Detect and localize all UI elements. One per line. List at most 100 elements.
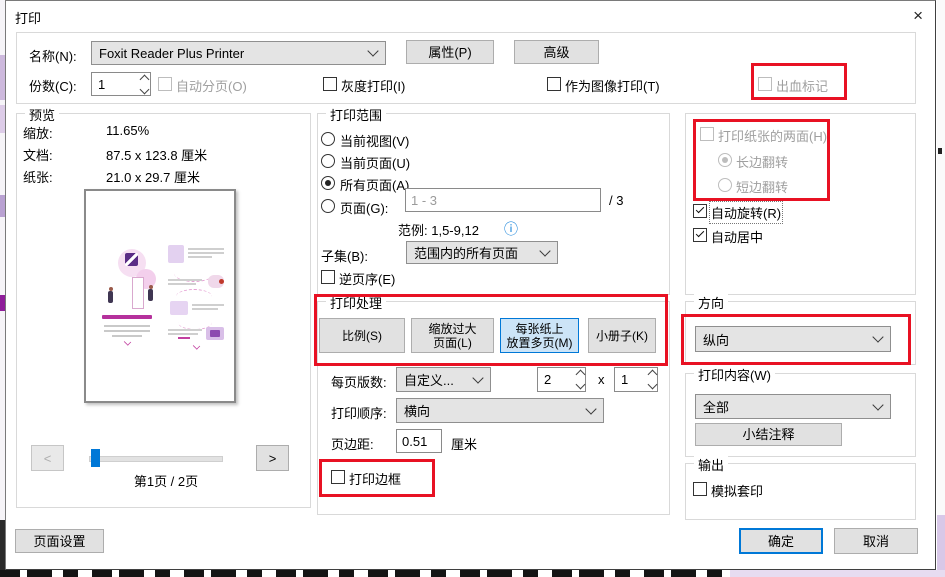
paper-size-value: 21.0 x 29.7 厘米 (106, 167, 200, 186)
properties-button[interactable]: 属性(P) (406, 40, 494, 64)
cancel-button-label: 取消 (863, 534, 889, 549)
radio-current-view[interactable] (321, 132, 335, 146)
printer-name-select[interactable]: Foxit Reader Plus Printer (91, 41, 386, 65)
print-border-checkbox[interactable] (331, 470, 345, 484)
page-setup-button[interactable]: 页面设置 (15, 529, 104, 553)
advanced-button[interactable]: 高级 (514, 40, 599, 64)
zoom-value: 11.65% (106, 123, 149, 138)
dialog-title: 打印 (15, 8, 41, 27)
shrink-button-label: 缩放过大 (428, 322, 476, 336)
background-document-art (730, 570, 945, 577)
next-page-label: > (269, 451, 277, 466)
shrink-oversized-button[interactable]: 缩放过大页面(L) (411, 318, 494, 353)
screenshot-stage: 打印 × 名称(N): Foxit Reader Plus Printer 属性… (0, 0, 945, 577)
zoom-label: 缩放: (23, 123, 53, 142)
pages-per-sheet-label: 每页版数: (331, 372, 387, 391)
reverse-pages-checkbox[interactable] (321, 270, 335, 284)
subset-label: 子集(B): (321, 246, 368, 265)
caret-down-icon (140, 84, 150, 94)
margin-unit-label: 厘米 (451, 434, 477, 453)
page-range-input[interactable] (405, 188, 601, 212)
prev-page-label: < (44, 451, 52, 466)
radio-long-edge (718, 153, 732, 167)
grayscale-checkbox[interactable] (323, 77, 337, 91)
simulate-overprint-checkbox[interactable] (693, 482, 707, 496)
print-content-group-label: 打印内容(W) (694, 365, 775, 384)
info-icon[interactable]: ⓘ (504, 219, 518, 239)
background-fragment (938, 148, 942, 154)
properties-button-label: 属性(P) (428, 45, 471, 60)
print-border-label[interactable]: 打印边框 (349, 469, 401, 488)
subset-select[interactable]: 范围内的所有页面 (406, 241, 558, 264)
stepper-arrows[interactable] (575, 368, 585, 391)
booklet-button[interactable]: 小册子(K) (588, 318, 656, 353)
preview-page-slider-track[interactable] (89, 456, 223, 462)
orientation-select[interactable]: 纵向 (695, 326, 891, 352)
summarize-comments-button[interactable]: 小结注释 (695, 423, 842, 446)
auto-rotate-checkbox[interactable] (693, 204, 707, 218)
pages-per-sheet-select[interactable]: 自定义... (396, 367, 491, 392)
copies-stepper[interactable] (91, 72, 151, 96)
advanced-button-label: 高级 (543, 45, 569, 60)
subset-value: 范围内的所有页面 (414, 243, 518, 262)
stepper-arrows[interactable] (648, 368, 657, 391)
multiple-button-label: 每张纸上 (515, 322, 563, 336)
preview-page-slider-handle[interactable] (91, 449, 100, 467)
simulate-overprint-label[interactable]: 模拟套印 (711, 481, 763, 500)
close-icon[interactable]: × (913, 6, 923, 26)
scale-button[interactable]: 比例(S) (319, 318, 405, 353)
shrink-button-label2: 页面(L) (433, 336, 472, 350)
chevron-down-icon (539, 245, 550, 256)
ok-button[interactable]: 确定 (739, 528, 823, 554)
auto-rotate-label[interactable]: 自动旋转(R) (711, 203, 781, 222)
radio-current-page-label[interactable]: 当前页面(U) (340, 153, 410, 172)
document-size-value: 87.5 x 123.8 厘米 (106, 145, 207, 164)
caret-up-icon (575, 370, 585, 380)
radio-current-page[interactable] (321, 154, 335, 168)
radio-pages[interactable] (321, 199, 335, 213)
times-label: x (598, 372, 605, 387)
multiple-pages-per-sheet-button[interactable]: 每张纸上放置多页(M) (500, 318, 579, 353)
preview-thumbnail-right (164, 239, 228, 351)
margin-input[interactable] (396, 429, 442, 453)
bleed-marks-label: 出血标记 (776, 76, 828, 95)
cancel-button[interactable]: 取消 (834, 528, 918, 554)
background-right-strip (937, 0, 945, 577)
print-handling-group-label: 打印处理 (326, 293, 386, 312)
print-content-select[interactable]: 全部 (695, 394, 891, 419)
caret-up-icon (647, 370, 657, 380)
printer-name-value: Foxit Reader Plus Printer (99, 46, 244, 61)
caret-down-icon (575, 380, 585, 390)
radio-all-pages[interactable] (321, 176, 335, 190)
columns-stepper[interactable] (537, 367, 586, 392)
rows-input[interactable] (615, 368, 648, 391)
chevron-down-icon (472, 372, 483, 383)
stepper-arrows[interactable] (139, 73, 150, 95)
radio-pages-label[interactable]: 页面(G): (340, 198, 388, 217)
radio-current-view-label[interactable]: 当前视图(V) (340, 131, 409, 150)
radio-short-edge (718, 178, 732, 192)
print-order-value: 横向 (404, 401, 430, 420)
print-order-select[interactable]: 横向 (396, 398, 604, 423)
chevron-down-icon (367, 45, 378, 56)
orientation-group-label: 方向 (694, 293, 728, 312)
columns-input[interactable] (538, 368, 575, 391)
print-as-image-checkbox[interactable] (547, 77, 561, 91)
preview-group-label: 预览 (25, 105, 59, 124)
grayscale-label[interactable]: 灰度打印(I) (341, 76, 405, 95)
print-content-value: 全部 (703, 397, 729, 416)
radio-all-pages-label[interactable]: 所有页面(A) (340, 175, 409, 194)
copies-input[interactable] (92, 73, 139, 95)
duplex-checkbox (700, 127, 714, 141)
summarize-comments-label: 小结注释 (742, 427, 794, 442)
auto-center-label[interactable]: 自动居中 (711, 227, 763, 246)
radio-short-edge-label: 短边翻转 (736, 177, 788, 196)
next-page-button[interactable]: > (256, 445, 289, 471)
auto-center-checkbox[interactable] (693, 228, 707, 242)
rows-stepper[interactable] (614, 367, 658, 392)
page-setup-label: 页面设置 (33, 534, 85, 549)
reverse-pages-label[interactable]: 逆页序(E) (339, 269, 395, 288)
print-as-image-label[interactable]: 作为图像打印(T) (565, 76, 660, 95)
chevron-down-icon (585, 403, 596, 414)
caret-up-icon (140, 74, 150, 84)
